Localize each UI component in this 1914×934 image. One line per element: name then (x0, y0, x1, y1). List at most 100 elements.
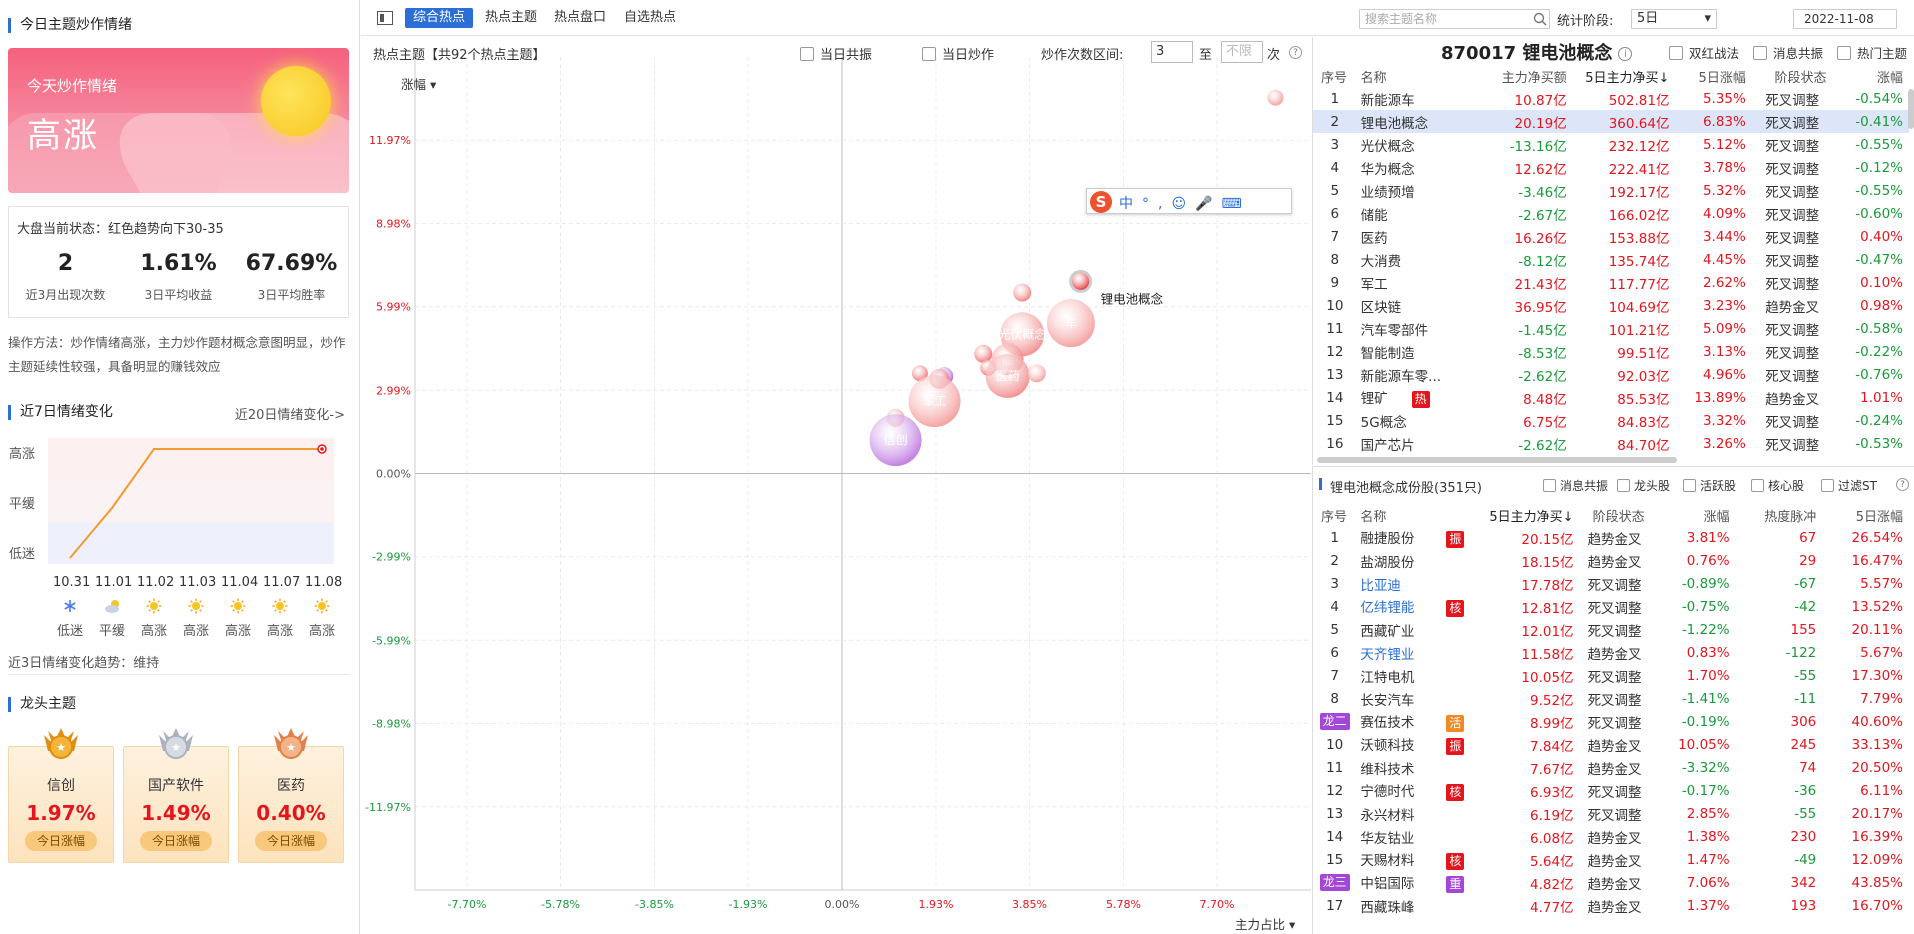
panel-toggle-icon[interactable] (377, 11, 393, 25)
theme-row[interactable]: 5 业绩预增 -3.46亿 192.17亿 5.32% 死叉调整 -0.55% (1313, 179, 1909, 202)
theme-row[interactable]: 2 锂电池概念 20.19亿 360.64亿 6.83% 死叉调整 -0.41% (1313, 110, 1909, 133)
column-header[interactable]: 序号 (1313, 66, 1357, 87)
stock-row[interactable]: 2 盐湖股份 18.15亿 趋势金叉 0.76% 29 16.47% (1313, 549, 1909, 572)
stock-row[interactable]: 11 维科技术 7.67亿 趋势金叉 -3.32% 74 20.50% (1313, 756, 1909, 779)
scrollbar[interactable] (1908, 89, 1914, 129)
stock-row[interactable]: 8 长安汽车 9.52亿 死叉调整 -1.41% -11 7.79% (1313, 687, 1909, 710)
column-header[interactable]: 名称 (1357, 66, 1475, 87)
theme-row[interactable]: 4 华为概念 12.62亿 222.41亿 3.78% 死叉调整 -0.12% (1313, 156, 1909, 179)
bubble-label: 军工 (923, 394, 947, 408)
theme-bubble[interactable] (1013, 283, 1032, 302)
leader-card[interactable]: 国产软件 1.49% 今日涨幅 (123, 746, 229, 863)
leader-change-button[interactable]: 今日涨幅 (140, 831, 212, 851)
tab-comprehensive[interactable]: 综合热点 (405, 8, 474, 28)
theme-row[interactable]: 15 5G概念 6.75亿 84.83亿 3.32% 死叉调整 -0.24% (1313, 409, 1909, 432)
theme-bubble[interactable] (1027, 364, 1046, 383)
stock-tag-badge: 活 (1446, 715, 1465, 732)
stock-row[interactable]: 12 宁德时代核 6.93亿 死叉调整 -0.17% -36 6.11% (1313, 779, 1909, 802)
theme-row[interactable]: 13 新能源车零... -2.62亿 92.03亿 4.96% 死叉调整 -0.76% (1313, 363, 1909, 386)
theme-row[interactable]: 11 汽车零部件 -1.45亿 101.21亿 5.09% 死叉调整 -0.58% (1313, 317, 1909, 340)
theme-row[interactable]: 1 新能源车 10.87亿 502.81亿 5.35% 死叉调整 -0.54% (1313, 87, 1909, 110)
theme-row[interactable]: 8 大消费 -8.12亿 135.74亿 4.45% 死叉调整 -0.47% (1313, 248, 1909, 271)
heat-pulse: -49 (1794, 851, 1817, 868)
stock-row[interactable]: 17 西藏珠峰 4.77亿 趋势金叉 1.37% 193 16.70% (1313, 894, 1909, 917)
stock-filter-checkbox[interactable]: 消息共振 (1543, 477, 1608, 494)
stock-row[interactable]: 龙三 中铝国际重 4.82亿 趋势金叉 7.06% 342 43.85% (1313, 871, 1909, 894)
leader-card[interactable]: 医药 0.40% 今日涨幅 (238, 746, 344, 863)
stock-filter-checkbox[interactable]: 活跃股 (1683, 477, 1736, 494)
check-hot-theme[interactable]: 热门主题 (1837, 43, 1907, 62)
x-tick-label: -3.85% (635, 898, 674, 911)
theme-row[interactable]: 7 医药 16.26亿 153.88亿 3.44% 死叉调整 0.40% (1313, 225, 1909, 248)
stock-filter-checkbox[interactable]: 龙头股 (1617, 477, 1670, 494)
tab-hot-theme[interactable]: 热点主题 (477, 8, 545, 28)
help-icon[interactable]: ? (1289, 46, 1302, 59)
y-axis-menu[interactable]: 涨幅 ▾ (401, 74, 436, 93)
stock-row[interactable]: 5 西藏矿业 12.01亿 死叉调整 -1.22% 155 20.11% (1313, 618, 1909, 641)
stock-row[interactable]: 13 永兴材料 6.19亿 死叉调整 2.85% -55 20.17% (1313, 802, 1909, 825)
stock-row[interactable]: 4 亿纬锂能核 12.81亿 死叉调整 -0.75% -42 13.52% (1313, 595, 1909, 618)
column-header[interactable]: 涨幅 (1833, 66, 1909, 87)
column-header[interactable]: 名称 (1356, 505, 1473, 526)
twenty-day-link[interactable]: 近20日情绪变化-> (235, 404, 345, 423)
x-axis-menu[interactable]: 主力占比 ▾ (1235, 914, 1295, 933)
stock-row[interactable]: 15 天赐材料核 5.64亿 趋势金叉 1.47% -49 12.09% (1313, 848, 1909, 871)
range-to-input[interactable]: 不限 (1221, 41, 1263, 63)
theme-row[interactable]: 6 储能 -2.67亿 166.02亿 4.09% 死叉调整 -0.60% (1313, 202, 1909, 225)
period-select[interactable]: 5日 (1631, 9, 1717, 29)
main-net-buy: -3.46亿 (1518, 184, 1567, 201)
theme-row[interactable]: 10 区块链 36.95亿 104.69亿 3.23% 趋势金叉 0.98% (1313, 294, 1909, 317)
theme-row[interactable]: 16 国产芯片 -2.62亿 84.70亿 3.26% 死叉调整 -0.53% (1313, 432, 1909, 455)
stock-name: 中铝国际重 (1356, 871, 1473, 894)
help-icon[interactable]: ? (1896, 478, 1909, 491)
check-double-red[interactable]: 双红战法 (1669, 43, 1739, 62)
theme-row[interactable]: 9 军工 21.43亿 117.77亿 2.62% 死叉调整 0.10% (1313, 271, 1909, 294)
horizontal-scrollbar[interactable] (1317, 457, 1677, 463)
stock-row[interactable]: 1 融捷股份振 20.15亿 趋势金叉 3.81% 67 26.54% (1313, 526, 1909, 549)
hype-checkbox[interactable]: 当日炒作 (922, 44, 994, 63)
ime-toolbar[interactable]: S 中°,☺🎤⌨ (1086, 188, 1292, 214)
column-header[interactable]: 主力净买额 (1475, 66, 1573, 87)
stock-row[interactable]: 14 华友钴业 6.08亿 趋势金叉 1.38% 230 16.39% (1313, 825, 1909, 848)
stock-row[interactable]: 10 沃顿科技振 7.84亿 趋势金叉 10.05% 245 33.13% (1313, 733, 1909, 756)
column-header[interactable]: 5日涨幅 (1675, 66, 1751, 87)
stock-row[interactable]: 龙二 赛伍技术活 8.99亿 死叉调整 -0.19% 306 40.60% (1313, 710, 1909, 733)
search-icon[interactable] (1533, 12, 1547, 26)
stock-row[interactable]: 3 比亚迪 17.78亿 死叉调整 -0.89% -67 5.57% (1313, 572, 1909, 595)
tab-hot-market[interactable]: 热点盘口 (546, 8, 614, 28)
range-from-input[interactable]: 3 (1151, 41, 1193, 63)
resonance-checkbox[interactable]: 当日共振 (800, 44, 872, 63)
column-header[interactable]: 5日主力净买↓ (1573, 66, 1676, 87)
net-buy-5d: 6.08亿 (1530, 830, 1574, 847)
theme-table-header: 序号 名称 主力净买额 5日主力净买↓ 5日涨幅 阶段状态 涨幅 (1313, 66, 1909, 87)
column-header[interactable]: 5日涨幅 (1822, 505, 1909, 526)
leader-change-button[interactable]: 今日涨幅 (25, 831, 97, 851)
stock-filter-checkbox[interactable]: 过滤ST (1821, 477, 1877, 494)
leader-change-button[interactable]: 今日涨幅 (255, 831, 327, 851)
theme-bubble[interactable] (1267, 89, 1284, 106)
column-header[interactable]: 热度脉冲 (1736, 505, 1823, 526)
stock-row[interactable]: 7 江特电机 10.05亿 死叉调整 1.70% -55 17.30% (1313, 664, 1909, 687)
date-input[interactable]: 2022-11-08 (1793, 9, 1897, 29)
change-5d: 3.44% (1702, 228, 1746, 245)
column-header[interactable]: 序号 (1313, 505, 1356, 526)
ime-logo-icon[interactable]: S (1090, 191, 1112, 213)
theme-bubble[interactable] (1069, 269, 1093, 293)
info-icon[interactable]: i (1618, 47, 1633, 61)
column-header[interactable]: 5日主力净买↓ (1473, 505, 1579, 526)
column-header[interactable]: 阶段状态 (1580, 505, 1660, 526)
check-news-resonance[interactable]: 消息共振 (1753, 43, 1823, 62)
stock-filter-checkbox[interactable]: 核心股 (1751, 477, 1804, 494)
column-header[interactable]: 涨幅 (1660, 505, 1736, 526)
theme-row[interactable]: 3 光伏概念 -13.16亿 232.12亿 5.12% 死叉调整 -0.55% (1313, 133, 1909, 156)
search-input[interactable]: 搜索主题名称 (1359, 9, 1550, 29)
theme-row[interactable]: 12 智能制造 -8.53亿 99.51亿 3.13% 死叉调整 -0.22% (1313, 340, 1909, 363)
change-5d: 17.30% (1851, 667, 1903, 684)
ime-buttons[interactable]: 中°,☺🎤⌨ (1119, 193, 1251, 213)
leader-card[interactable]: 信创 1.97% 今日涨幅 (8, 746, 114, 863)
tab-custom[interactable]: 自选热点 (616, 8, 684, 28)
row-index: 9 (1330, 274, 1340, 291)
theme-row[interactable]: 14 锂矿热 8.48亿 85.53亿 13.89% 趋势金叉 1.01% (1313, 386, 1909, 409)
stock-row[interactable]: 6 天齐锂业 11.58亿 趋势金叉 0.83% -122 5.67% (1313, 641, 1909, 664)
column-header[interactable]: 阶段状态 (1752, 66, 1833, 87)
